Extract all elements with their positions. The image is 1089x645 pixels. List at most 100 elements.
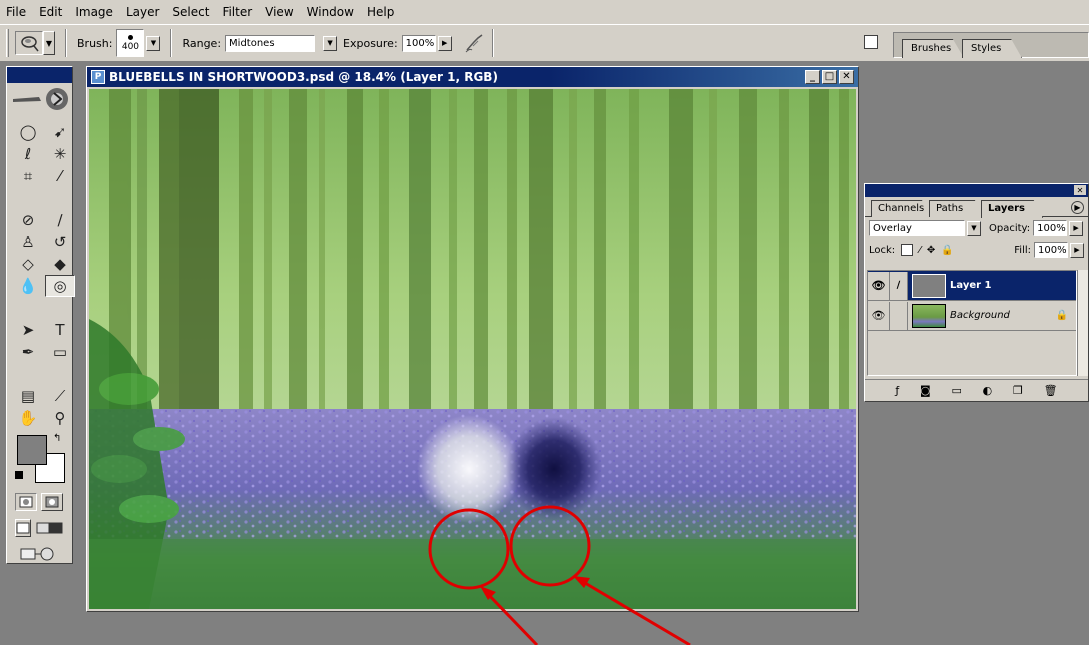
eye-icon[interactable]: 👁 <box>868 301 890 330</box>
type-tool-icon[interactable]: T <box>45 319 75 341</box>
tab-channels[interactable]: Channels <box>871 200 931 217</box>
link-slot[interactable] <box>890 301 908 330</box>
eraser-tool-icon[interactable]: ◇ <box>13 253 43 275</box>
brush-preview[interactable]: 400 <box>116 29 145 57</box>
paint-bucket-tool-icon[interactable]: ◆ <box>45 253 75 275</box>
eyedropper-tool-icon[interactable]: ⟋ <box>45 385 75 407</box>
quick-mask-mode-icon[interactable] <box>41 493 63 511</box>
menu-window[interactable]: Window <box>307 5 354 19</box>
lock-label: Lock: <box>869 244 896 256</box>
tab-styles[interactable]: Styles <box>962 39 1022 58</box>
brush-size: 400 <box>121 41 140 52</box>
lock-all-icon[interactable]: 🔒 <box>941 245 953 256</box>
exposure-input[interactable]: 100% <box>401 34 436 52</box>
layer-style-icon[interactable]: ƒ <box>895 384 899 397</box>
tool-preset-picker[interactable]: ▼ <box>15 31 55 55</box>
healing-brush-tool-icon[interactable]: ⊘ <box>13 209 43 231</box>
swap-colors-icon[interactable]: ↰ <box>53 433 61 444</box>
layer-row-background[interactable]: 👁 Background 🔒 <box>868 301 1076 331</box>
brush-tool-icon[interactable]: ∕ <box>45 209 75 231</box>
layer-name: Background <box>950 310 1010 321</box>
path-selection-tool-icon[interactable]: ➤ <box>13 319 43 341</box>
menu-select[interactable]: Select <box>172 5 209 19</box>
color-swatches: ↰ <box>15 433 72 489</box>
default-colors-icon[interactable] <box>15 471 23 479</box>
pen-tool-icon[interactable]: ✒ <box>13 341 43 363</box>
layers-scrollbar[interactable] <box>1077 270 1088 376</box>
clone-stamp-tool-icon[interactable]: ♙ <box>13 231 43 253</box>
close-button[interactable]: ✕ <box>839 70 854 84</box>
document-titlebar[interactable]: P BLUEBELLS IN SHORTWOOD3.psd @ 18.4% (L… <box>87 67 858 87</box>
menu-bar: File Edit Image Layer Select Filter View… <box>0 0 1089 24</box>
tab-brushes[interactable]: Brushes <box>902 39 964 58</box>
jump-to-imageready-icon[interactable] <box>15 545 59 563</box>
standard-screen-mode-icon[interactable] <box>15 519 32 537</box>
zoom-tool-icon[interactable]: ⚲ <box>45 407 75 429</box>
slice-tool-icon[interactable]: ⁄ <box>45 165 75 187</box>
layer-list: 👁 ∕ Layer 1 👁 Background 🔒 <box>867 270 1077 376</box>
lock-position-icon[interactable]: ✥ <box>927 245 935 256</box>
document-icon: P <box>91 70 105 84</box>
exposure-slider-icon[interactable]: ▶ <box>437 35 452 51</box>
crop-tool-icon[interactable]: ⌗ <box>13 165 43 187</box>
palette-menu-icon[interactable]: ▶ <box>1071 201 1084 214</box>
tab-layers[interactable]: Layers <box>981 200 1043 218</box>
maximize-button[interactable]: □ <box>822 70 837 84</box>
standard-mode-icon[interactable] <box>15 493 37 511</box>
new-layer-icon[interactable]: ❐ <box>1013 384 1023 397</box>
minimize-button[interactable]: _ <box>805 70 820 84</box>
menu-view[interactable]: View <box>265 5 293 19</box>
brush-dot-icon <box>127 34 133 40</box>
menu-filter[interactable]: Filter <box>222 5 252 19</box>
notes-tool-icon[interactable]: ▤ <box>13 385 43 407</box>
lock-transparency-icon[interactable] <box>901 244 914 256</box>
lock-image-icon[interactable]: ⁄ <box>919 245 921 256</box>
trash-icon[interactable]: 🗑 <box>1044 384 1058 397</box>
opacity-slider-icon[interactable]: ▶ <box>1069 220 1084 236</box>
eye-icon[interactable]: 👁 <box>868 271 890 300</box>
menu-edit[interactable]: Edit <box>39 5 62 19</box>
hand-tool-icon[interactable]: ✋ <box>13 407 43 429</box>
full-screen-mode-icon[interactable] <box>49 519 64 537</box>
chevron-down-icon[interactable]: ▼ <box>43 31 55 55</box>
blend-mode-select[interactable]: Overlay <box>869 220 965 236</box>
history-brush-tool-icon[interactable]: ↺ <box>45 231 75 253</box>
opacity-input[interactable]: 100% <box>1033 220 1068 236</box>
layer-name: Layer 1 <box>950 280 992 291</box>
adjustment-layer-icon[interactable]: ◐ <box>983 384 993 397</box>
photoshop-logo[interactable] <box>11 85 68 115</box>
marquee-tool-icon[interactable]: ◯ <box>13 121 43 143</box>
rectangle-tool-icon[interactable]: ▭ <box>45 341 75 363</box>
dodge-tool-icon[interactable]: ◎ <box>45 275 75 297</box>
tab-paths[interactable]: Paths <box>929 200 983 217</box>
add-mask-icon[interactable]: ◙ <box>920 384 931 397</box>
blur-tool-icon[interactable]: 💧 <box>13 275 43 297</box>
fill-slider-icon[interactable]: ▶ <box>1070 242 1084 258</box>
blend-mode-dropdown-icon[interactable]: ▼ <box>967 220 981 236</box>
move-tool-icon[interactable]: ➹ <box>45 121 75 143</box>
lasso-tool-icon[interactable]: ℓ <box>13 143 43 165</box>
airbrush-icon[interactable] <box>464 32 486 54</box>
fill-input[interactable]: 100% <box>1034 242 1068 258</box>
new-group-icon[interactable]: ▭ <box>951 384 961 397</box>
brush-dropdown-icon[interactable]: ▼ <box>146 35 161 51</box>
range-select[interactable]: Midtones <box>225 34 316 52</box>
image-canvas[interactable] <box>89 89 856 609</box>
options-grip[interactable] <box>6 29 9 57</box>
layers-palette: ✕ Channels Paths Layers ▶ Overlay ▼ Opac… <box>864 183 1089 402</box>
exposure-value: 100% <box>405 37 435 49</box>
foreground-color-swatch[interactable] <box>17 435 47 465</box>
menu-layer[interactable]: Layer <box>126 5 159 19</box>
range-dropdown-icon[interactable]: ▼ <box>323 35 338 51</box>
toolbox: ◯ ➹ ℓ ✳ ⌗ ⁄ ⊘ ∕ ♙ ↺ ◇ ◆ 💧 ◎ ➤ T ✒ ▭ ▤ ⟋ … <box>6 66 75 564</box>
toolbox-titlebar[interactable] <box>7 67 72 83</box>
menu-file[interactable]: File <box>6 5 26 19</box>
menu-help[interactable]: Help <box>367 5 394 19</box>
close-icon[interactable]: ✕ <box>1074 185 1086 195</box>
layers-palette-titlebar[interactable]: ✕ <box>865 184 1088 197</box>
magic-wand-tool-icon[interactable]: ✳ <box>45 143 75 165</box>
menu-image[interactable]: Image <box>75 5 113 19</box>
layer-row-layer-1[interactable]: 👁 ∕ Layer 1 <box>868 271 1076 301</box>
range-label: Range: <box>182 36 222 50</box>
palette-well-icon[interactable] <box>864 35 878 49</box>
